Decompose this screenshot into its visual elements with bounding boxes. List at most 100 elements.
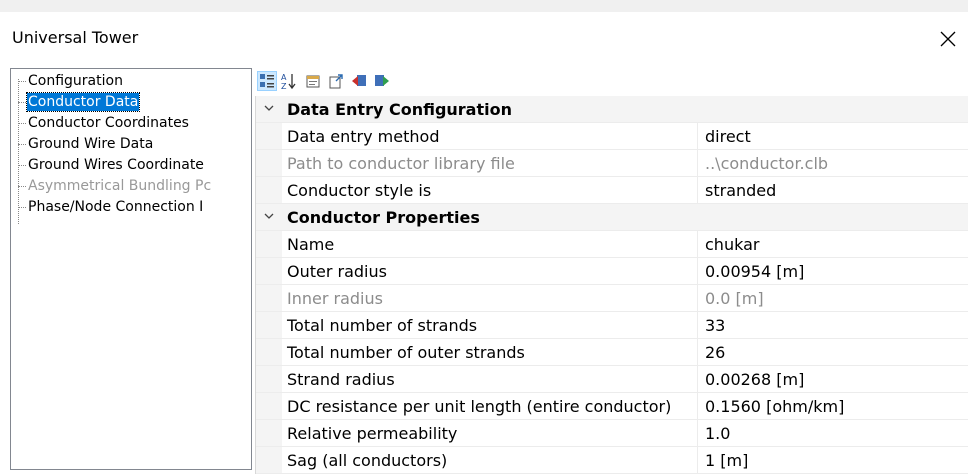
row-margin: [256, 420, 282, 446]
svg-text:A: A: [281, 73, 287, 82]
row-margin: [256, 339, 282, 365]
column-splitter: [697, 420, 698, 446]
title-bar: Universal Tower: [0, 12, 968, 64]
column-splitter: [697, 231, 698, 257]
property-name: Outer radius: [287, 262, 387, 281]
load-button[interactable]: [350, 72, 368, 90]
categorized-button[interactable]: [257, 71, 277, 91]
property-value: ..\conductor.clb: [705, 154, 829, 173]
property-row[interactable]: Total number of outer strands 26: [256, 339, 968, 366]
tree-connector: [18, 165, 26, 166]
svg-text:Z: Z: [281, 82, 287, 90]
tree-item-label: Phase/Node Connection I: [28, 199, 204, 215]
property-value: 0.0 [m]: [705, 289, 764, 308]
property-name: Relative permeability: [287, 424, 458, 443]
row-margin: [256, 393, 282, 419]
property-name: Path to conductor library file: [287, 154, 515, 173]
property-row[interactable]: Name chukar: [256, 231, 968, 258]
property-grid: A Z Data Entry Configuration Data entry …: [255, 68, 968, 474]
property-value[interactable]: chukar: [705, 235, 759, 254]
property-row[interactable]: Outer radius 0.00954 [m]: [256, 258, 968, 285]
property-toolbar: A Z: [255, 68, 968, 94]
tree-item-label: Ground Wire Data: [28, 136, 154, 152]
row-margin: [256, 312, 282, 338]
export-icon: [329, 74, 343, 89]
property-name: Conductor style is: [287, 181, 432, 200]
save-button[interactable]: [373, 72, 391, 90]
property-row[interactable]: Strand radius 0.00268 [m]: [256, 366, 968, 393]
close-icon: [940, 31, 956, 47]
property-grid-table: Data Entry Configuration Data entry meth…: [255, 96, 968, 474]
tree-item-label: Conductor Data: [25, 92, 141, 112]
row-margin: [256, 447, 282, 473]
section-tree[interactable]: Configuration Conductor Data Conductor C…: [10, 68, 252, 470]
property-value[interactable]: 0.00954 [m]: [705, 262, 804, 281]
column-splitter: [697, 123, 698, 149]
tree-connector: [18, 186, 26, 187]
property-row[interactable]: DC resistance per unit length (entire co…: [256, 393, 968, 420]
tree-connector: [18, 102, 26, 103]
tree-connector: [18, 123, 26, 124]
property-name: Sag (all conductors): [287, 451, 448, 470]
property-name: Data entry method: [287, 127, 440, 146]
property-name: Inner radius: [287, 289, 383, 308]
chevron-down-icon[interactable]: [262, 101, 276, 115]
property-name: Strand radius: [287, 370, 395, 389]
row-margin: [256, 150, 282, 176]
property-value[interactable]: 1 [m]: [705, 451, 748, 470]
property-value[interactable]: stranded: [705, 181, 776, 200]
column-splitter: [697, 366, 698, 392]
property-pages-button[interactable]: [304, 72, 322, 90]
property-value[interactable]: 0.1560 [ohm/km]: [705, 397, 844, 416]
chevron-down-icon[interactable]: [262, 209, 276, 223]
category-label: Data Entry Configuration: [287, 100, 512, 119]
category-row-data-entry[interactable]: Data Entry Configuration: [256, 96, 968, 123]
property-value[interactable]: 26: [705, 343, 725, 362]
property-row[interactable]: Conductor style is stranded: [256, 177, 968, 204]
property-value[interactable]: direct: [705, 127, 751, 146]
tree-item-label: Asymmetrical Bundling Pc: [28, 178, 212, 194]
property-row[interactable]: Relative permeability 1.0: [256, 420, 968, 447]
tree-item-label: Ground Wires Coordinate: [28, 157, 204, 173]
property-name: DC resistance per unit length (entire co…: [287, 397, 672, 416]
tree-connector: [18, 81, 26, 82]
property-value[interactable]: 0.00268 [m]: [705, 370, 804, 389]
alphabetical-sort-icon: A Z: [281, 73, 296, 91]
property-name: Total number of strands: [287, 316, 478, 335]
property-value[interactable]: 1.0: [705, 424, 730, 443]
column-splitter: [697, 258, 698, 284]
row-margin: [256, 123, 282, 149]
column-splitter: [697, 312, 698, 338]
close-button[interactable]: [930, 22, 964, 56]
column-splitter: [697, 177, 698, 203]
tree-item-label: Conductor Coordinates: [28, 115, 189, 131]
row-margin: [256, 258, 282, 284]
property-row[interactable]: Sag (all conductors) 1 [m]: [256, 447, 968, 474]
property-row[interactable]: Path to conductor library file ..\conduc…: [256, 150, 968, 177]
alphabetical-button[interactable]: A Z: [280, 72, 298, 91]
column-splitter: [697, 150, 698, 176]
category-label: Conductor Properties: [287, 208, 480, 227]
row-margin: [256, 231, 282, 257]
row-margin: [256, 285, 282, 311]
tree-connector-line: [18, 79, 19, 224]
property-row[interactable]: Inner radius 0.0 [m]: [256, 285, 968, 312]
desktop-strip: [0, 0, 968, 12]
column-splitter: [697, 447, 698, 473]
column-splitter: [697, 339, 698, 365]
categorized-icon: [260, 74, 274, 88]
window-title: Universal Tower: [12, 28, 139, 47]
property-row[interactable]: Total number of strands 33: [256, 312, 968, 339]
property-name: Name: [287, 235, 335, 254]
export-button[interactable]: [327, 72, 345, 90]
property-value[interactable]: 33: [705, 316, 725, 335]
tree-connector: [18, 207, 26, 208]
category-row-conductor-properties[interactable]: Conductor Properties: [256, 204, 968, 231]
row-margin: [256, 366, 282, 392]
tree-connector: [18, 144, 26, 145]
property-row[interactable]: Data entry method direct: [256, 123, 968, 150]
save-icon: [375, 75, 389, 86]
load-icon: [352, 75, 366, 86]
column-splitter: [697, 393, 698, 419]
column-splitter: [697, 285, 698, 311]
